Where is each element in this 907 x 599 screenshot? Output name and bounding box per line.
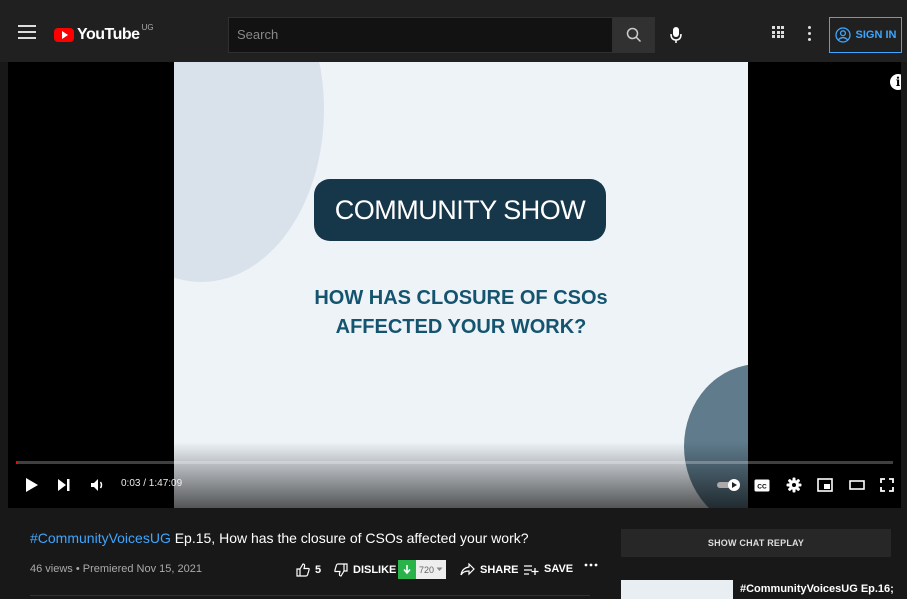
- info-icon[interactable]: i: [890, 74, 901, 90]
- more-options-icon[interactable]: [808, 26, 812, 44]
- video-meta: 46 views • Premiered Nov 15, 2021: [30, 563, 202, 575]
- playlist-add-icon: [524, 564, 539, 575]
- title-hashtag-link[interactable]: #CommunityVoicesUG: [30, 530, 171, 546]
- search-input[interactable]: Search: [228, 17, 613, 53]
- share-button[interactable]: SHARE: [460, 563, 519, 576]
- recommended-video-thumbnail[interactable]: [621, 580, 733, 599]
- youtube-logo[interactable]: YouTube UG: [54, 22, 154, 44]
- save-button[interactable]: SAVE: [524, 563, 573, 575]
- time-display: 0:03 / 1:47:09: [121, 478, 183, 489]
- download-extension-button[interactable]: 720: [398, 560, 446, 579]
- fullscreen-button[interactable]: [878, 476, 896, 494]
- divider: [30, 595, 590, 596]
- share-label: SHARE: [480, 563, 519, 576]
- download-count-text: 720: [418, 564, 435, 575]
- recommended-video-title[interactable]: #CommunityVoicesUG Ep.16;: [740, 583, 894, 595]
- dislike-label: DISLIKE: [353, 564, 397, 576]
- autoplay-toggle-icon: [717, 479, 740, 491]
- volume-icon: [91, 479, 103, 491]
- microphone-icon: [670, 27, 682, 43]
- progress-fill: [16, 461, 18, 464]
- miniplayer-button[interactable]: [816, 476, 834, 494]
- theater-mode-icon: [849, 480, 865, 490]
- like-button[interactable]: 5: [296, 563, 321, 577]
- title-text: Ep.15, How has the closure of CSOs affec…: [170, 530, 529, 546]
- play-icon: [26, 478, 38, 492]
- thumbs-up-icon: [296, 563, 310, 577]
- decorative-circle: [174, 62, 324, 282]
- country-code: UG: [141, 22, 154, 32]
- account-circle-icon: [834, 27, 851, 43]
- svg-text:CC: CC: [757, 483, 767, 490]
- next-button[interactable]: [55, 476, 73, 494]
- top-bar: YouTube UG Search SIGN IN: [0, 0, 907, 62]
- theater-mode-button[interactable]: [848, 476, 866, 494]
- volume-button[interactable]: [88, 476, 108, 494]
- show-chat-replay-button[interactable]: SHOW CHAT REPLAY: [621, 529, 891, 557]
- download-count: 720: [416, 560, 446, 579]
- save-label: SAVE: [544, 563, 574, 575]
- dislike-button[interactable]: DISLIKE: [334, 563, 396, 577]
- slide-heading: COMMUNITY SHOW: [314, 179, 606, 241]
- video-player[interactable]: COMMUNITY SHOW HOW HAS CLOSURE OF CSOs A…: [8, 62, 901, 508]
- download-arrow-icon: [398, 560, 416, 579]
- more-actions-button[interactable]: [584, 563, 598, 567]
- sign-in-button[interactable]: SIGN IN: [829, 17, 902, 53]
- captions-icon: CC: [754, 479, 770, 491]
- chevron-down-icon: [436, 567, 443, 571]
- more-horizontal-icon: [584, 563, 598, 567]
- apps-grid-icon[interactable]: [772, 26, 784, 38]
- youtube-play-icon: [54, 28, 74, 42]
- sign-in-label: SIGN IN: [855, 29, 897, 41]
- slide-question-line: AFFECTED YOUR WORK?: [335, 316, 587, 338]
- captions-button[interactable]: CC: [753, 476, 771, 494]
- fullscreen-icon: [880, 478, 894, 492]
- slide-question: HOW HAS CLOSURE OF CSOs AFFECTED YOUR WO…: [174, 284, 748, 342]
- logo-wordmark: YouTube: [77, 26, 140, 43]
- search-icon: [626, 27, 642, 43]
- controls-overlay: [8, 442, 901, 508]
- thumbs-down-icon: [334, 563, 348, 577]
- settings-button[interactable]: [785, 476, 803, 494]
- like-count: 5: [315, 564, 322, 576]
- skip-next-icon: [58, 479, 70, 491]
- menu-icon[interactable]: [18, 25, 36, 39]
- progress-bar[interactable]: [16, 461, 893, 464]
- voice-search-button[interactable]: [661, 20, 691, 50]
- gear-icon: [786, 477, 802, 493]
- slide-question-line: HOW HAS CLOSURE OF CSOs: [314, 287, 608, 309]
- miniplayer-icon: [817, 478, 833, 492]
- autoplay-toggle[interactable]: [715, 476, 743, 494]
- play-button[interactable]: [23, 476, 41, 494]
- search-button[interactable]: [613, 17, 655, 53]
- video-title: #CommunityVoicesUG Ep.15, How has the cl…: [30, 530, 529, 546]
- share-icon: [460, 563, 475, 576]
